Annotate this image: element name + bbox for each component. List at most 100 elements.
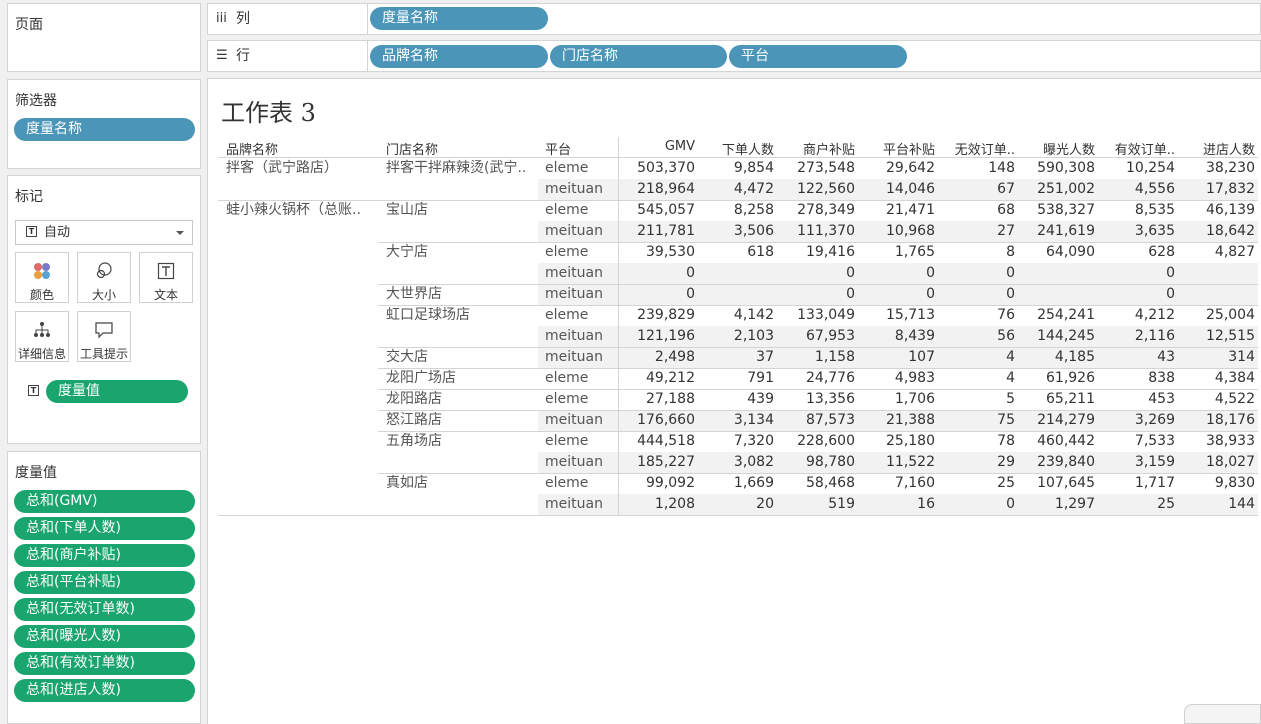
rows-icon: ☰ (216, 48, 228, 63)
columns-shelf[interactable]: iii 列 度量名称 (207, 3, 1261, 35)
measure-header-label: 下单人数 (721, 143, 774, 158)
platform-cell: meituan (545, 328, 603, 344)
pages-card: 页面 (7, 3, 201, 72)
measure-value-pill[interactable]: 总和(有效订单数) (14, 652, 195, 675)
measure-value-pill[interactable]: 总和(平台补贴) (14, 571, 195, 594)
tooltip-button[interactable]: 工具提示 (77, 311, 131, 362)
measure-cell: 1,717 (1134, 475, 1175, 491)
store-cell: 大世界店 (386, 286, 442, 302)
measure-cell: 9,854 (733, 160, 774, 176)
measure-cell: 2,498 (654, 349, 695, 365)
measure-cell: 4,384 (1214, 370, 1255, 386)
measure-cell: 27,188 (646, 391, 695, 407)
filter-pill-measure-names[interactable]: 度量名称 (14, 118, 195, 141)
measure-cell: 10,254 (1126, 160, 1175, 176)
color-button[interactable]: 颜色 (15, 252, 69, 303)
measure-cell: 76 (997, 307, 1015, 323)
platform-cell: meituan (545, 265, 603, 281)
size-button[interactable]: 大小 (77, 252, 131, 303)
measure-cell: 0 (1006, 286, 1015, 302)
measure-cell: 439 (747, 391, 774, 407)
measure-cell: 5 (1006, 391, 1015, 407)
text-button[interactable]: 文本 (139, 252, 193, 303)
filters-title: 筛选器 (15, 93, 57, 109)
store-cell: 大宁店 (386, 244, 428, 260)
measure-value-pill[interactable]: 总和(进店人数) (14, 679, 195, 702)
measure-cell: 314 (1228, 349, 1255, 365)
measure-value-pill[interactable]: 总和(无效订单数) (14, 598, 195, 621)
store-cell: 虹口足球场店 (386, 307, 470, 323)
tooltip-label: 工具提示 (79, 347, 128, 361)
measure-cell: 67 (997, 181, 1015, 197)
measure-cell: 0 (1166, 265, 1175, 281)
platform-cell: meituan (545, 181, 603, 197)
store-cell: 龙阳广场店 (386, 370, 456, 386)
measure-cell: 25 (997, 475, 1015, 491)
measure-cell: 87,573 (806, 412, 855, 428)
brand-cell: 拌客（武宁路店） (226, 160, 338, 176)
measure-cell: 1,158 (814, 349, 855, 365)
measure-cell: 4,212 (1134, 307, 1175, 323)
measure-cell: 3,506 (733, 223, 774, 239)
measure-cell: 590,308 (1037, 160, 1095, 176)
measure-cell: 37 (756, 349, 774, 365)
measure-cell: 239,840 (1037, 454, 1095, 470)
store-cell: 宝山店 (386, 202, 428, 218)
row-pill-brand[interactable]: 品牌名称 (370, 45, 548, 68)
measure-cell: 0 (846, 286, 855, 302)
measure-cell: 0 (926, 265, 935, 281)
measure-cell: 218,964 (637, 181, 695, 197)
measure-value-pill[interactable]: 总和(曝光人数) (14, 625, 195, 648)
table-bottom-border (218, 515, 1258, 516)
measure-cell: 1,706 (894, 391, 935, 407)
measure-cell: 67,953 (806, 328, 855, 344)
measure-cell: 4,983 (894, 370, 935, 386)
row-pill-store[interactable]: 门店名称 (550, 45, 727, 68)
detail-label: 详细信息 (17, 347, 66, 361)
text-mark-icon: T (28, 385, 39, 396)
measure-cell: 0 (1006, 496, 1015, 512)
detail-button[interactable]: 详细信息 (15, 311, 69, 362)
platform-cell: eleme (545, 160, 589, 176)
measure-value-pill[interactable]: 总和(GMV) (14, 490, 195, 513)
measure-cell: 0 (686, 286, 695, 302)
measure-cell: 7,533 (1134, 433, 1175, 449)
text-pill-measure-values[interactable]: 度量值 (46, 380, 188, 403)
filters-card: 筛选器 度量名称 (7, 79, 201, 169)
platform-cell: meituan (545, 412, 603, 428)
store-cell: 怒江路店 (386, 412, 442, 428)
measure-cell: 2,103 (733, 328, 774, 344)
measure-cell: 503,370 (637, 160, 695, 176)
mark-type-value: 自动 (44, 225, 71, 240)
measure-cell: 3,082 (733, 454, 774, 470)
measure-cell: 214,279 (1037, 412, 1095, 428)
measure-cell: 43 (1157, 349, 1175, 365)
column-pill-measure-names[interactable]: 度量名称 (370, 7, 548, 30)
measure-cell: 4 (1006, 349, 1015, 365)
measure-cell: 65,211 (1046, 391, 1095, 407)
measure-cell: 545,057 (637, 202, 695, 218)
measure-cell: 1,208 (654, 496, 695, 512)
measure-header-label: 曝光人数 (1042, 143, 1095, 158)
mark-type-dropdown[interactable]: T 自动 (15, 220, 193, 245)
platform-cell: eleme (545, 202, 589, 218)
row-pill-platform[interactable]: 平台 (729, 45, 907, 68)
text-label: 文本 (153, 288, 178, 302)
marks-card: 标记 T 自动 颜色 大小 文本 详细信息 工具提示 T 度量值 (7, 175, 201, 444)
measure-value-pill[interactable]: 总和(商户补贴) (14, 544, 195, 567)
measure-cell: 519 (828, 496, 855, 512)
measure-cell: 64,090 (1046, 244, 1095, 260)
measure-cell: 111,370 (797, 223, 855, 239)
color-label: 颜色 (29, 288, 54, 302)
measure-cell: 25 (1157, 496, 1175, 512)
measure-value-pill[interactable]: 总和(下单人数) (14, 517, 195, 540)
measure-cell: 19,416 (806, 244, 855, 260)
measure-cell: 8 (1006, 244, 1015, 260)
rows-shelf[interactable]: ☰ 行 品牌名称 门店名称 平台 (207, 40, 1261, 72)
measure-cell: 2,116 (1134, 328, 1175, 344)
platform-cell: eleme (545, 391, 589, 407)
corner-widget[interactable] (1184, 704, 1261, 724)
store-cell: 五角场店 (386, 433, 442, 449)
measure-cell: 144,245 (1037, 328, 1095, 344)
measure-cell: 98,780 (806, 454, 855, 470)
